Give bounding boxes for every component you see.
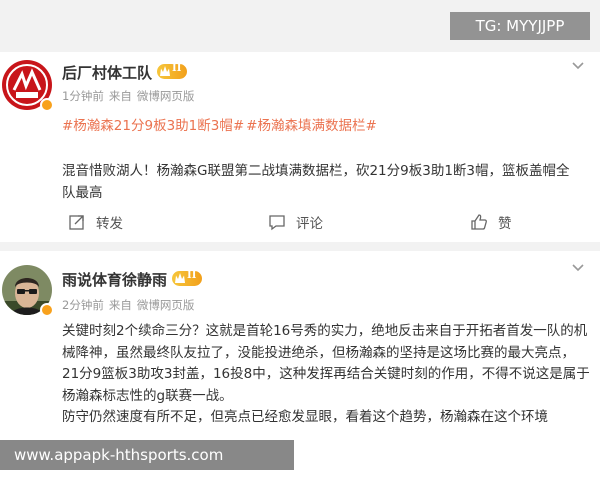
repost-button[interactable]: 转发 xyxy=(68,210,123,234)
level-badge-icon: II xyxy=(157,63,188,79)
chevron-down-icon[interactable] xyxy=(572,62,584,70)
source-label: 来自 xyxy=(108,89,132,103)
post-time[interactable]: 2分钟前 xyxy=(62,298,104,312)
post-meta: 1分钟前 来自 微博网页版 xyxy=(62,88,194,104)
post-text: 关键时刻2个续命三分？这就是首轮16号秀的实力，绝地反击来自于开拓者首发一队的机… xyxy=(62,321,592,429)
post-paragraph: 防守仍然速度有所不足，但亮点已经愈发显眼，看着这个趋势，杨瀚森在这个环境 xyxy=(62,409,548,425)
post-meta: 2分钟前 来自 微博网页版 xyxy=(62,297,194,313)
author-name-row: 雨说体育徐静雨 II xyxy=(62,269,203,290)
source-client[interactable]: 微博网页版 xyxy=(137,89,195,103)
verified-badge-icon xyxy=(40,303,54,317)
level-badge-icon: II xyxy=(172,270,203,286)
weibo-post-1: 后厂村体工队 II 1分钟前 来自 微博网页版 #杨瀚森21分9板3助1断3帽# #杨瀚… xyxy=(0,52,600,242)
telegram-watermark: TG: MYYJJPP xyxy=(450,12,590,40)
post-text: 混音惜败湖人！杨瀚森G联盟第二战填满数据栏，砍21分9板3助1断3帽，篮板盖帽全… xyxy=(62,163,570,201)
hashtag-link[interactable]: #杨瀚森填满数据栏# xyxy=(246,118,377,134)
comment-button[interactable]: 评论 xyxy=(268,210,323,234)
hashtag-link[interactable]: #杨瀚森21分9板3助1断3帽# xyxy=(62,118,244,134)
author-name-row: 后厂村体工队 II xyxy=(62,62,188,83)
post-time[interactable]: 1分钟前 xyxy=(62,89,104,103)
repost-label: 转发 xyxy=(96,216,123,232)
repost-icon xyxy=(69,215,84,230)
thumbs-up-icon xyxy=(471,214,487,230)
action-bar: 转发 评论 赞 xyxy=(0,210,600,234)
comment-label: 评论 xyxy=(296,216,323,232)
comment-icon xyxy=(269,215,285,231)
verified-badge-icon xyxy=(40,98,54,112)
chevron-down-icon[interactable] xyxy=(572,264,584,272)
source-label: 来自 xyxy=(108,298,132,312)
url-watermark: www.appapk-hthsports.com xyxy=(0,440,294,470)
like-button[interactable]: 赞 xyxy=(470,210,512,234)
post-paragraph: 关键时刻2个续命三分？这就是首轮16号秀的实力，绝地反击来自于开拓者首发一队的机… xyxy=(62,323,590,404)
hashtag-line: #杨瀚森21分9板3助1断3帽# #杨瀚森填满数据栏# xyxy=(62,114,377,134)
author-name[interactable]: 雨说体育徐静雨 xyxy=(62,271,167,289)
source-client[interactable]: 微博网页版 xyxy=(137,298,195,312)
author-name[interactable]: 后厂村体工队 xyxy=(62,64,152,82)
like-label: 赞 xyxy=(498,216,512,232)
